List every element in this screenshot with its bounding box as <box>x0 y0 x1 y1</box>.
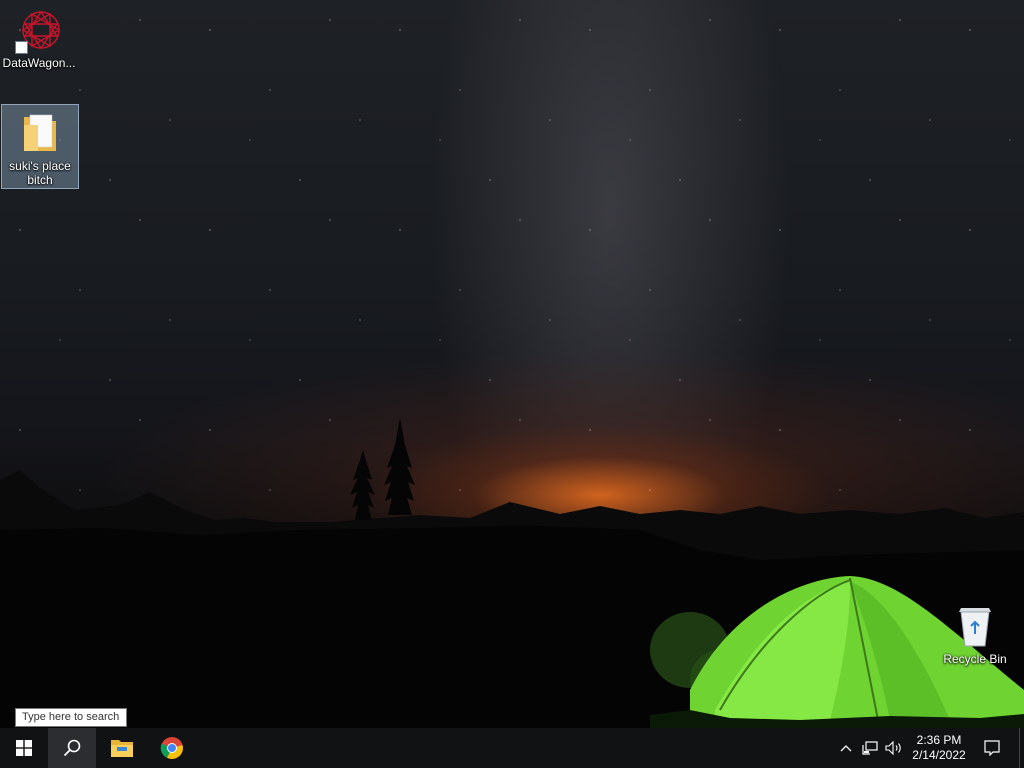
search-button[interactable] <box>48 728 96 768</box>
network-icon <box>862 741 878 755</box>
chrome-button[interactable] <box>148 728 196 768</box>
desktop-icon-folder[interactable]: suki's place bitch <box>1 104 79 189</box>
clock[interactable]: 2:36 PM 2/14/2022 <box>904 728 974 768</box>
file-explorer-icon <box>111 740 133 757</box>
start-icon <box>16 740 32 756</box>
clock-time: 2:36 PM <box>916 733 962 747</box>
desktop-icon-label: Recycle Bin <box>943 652 1007 666</box>
desktop-icon-label: suki's place bitch <box>9 159 71 187</box>
search-tooltip: Type here to search <box>15 708 127 727</box>
recycle-bin-icon <box>951 602 999 650</box>
datawagon-app-icon <box>15 6 63 54</box>
volume-icon <box>885 741 901 755</box>
start-button[interactable] <box>0 728 48 768</box>
show-desktop-button[interactable] <box>1019 728 1024 768</box>
action-center-button[interactable] <box>980 728 1004 768</box>
desktop-icon-recycle-bin[interactable]: Recycle Bin <box>937 602 1013 666</box>
desktop-icon-label: DataWagon... <box>2 56 76 70</box>
notification-icon <box>984 740 1000 756</box>
search-icon <box>63 739 81 757</box>
desktop-wallpaper <box>0 0 1024 728</box>
file-explorer-button[interactable] <box>98 728 146 768</box>
folder-icon <box>16 109 64 157</box>
taskbar: 2:36 PM 2/14/2022 <box>0 728 1024 768</box>
chrome-icon <box>160 737 183 759</box>
show-hidden-icons-button[interactable] <box>834 728 858 768</box>
shortcut-arrow-icon <box>15 41 28 54</box>
chevron-up-icon <box>840 745 852 752</box>
network-button[interactable] <box>858 728 882 768</box>
volume-button[interactable] <box>882 728 906 768</box>
desktop-icon-datawagon[interactable]: DataWagon... <box>1 6 77 70</box>
clock-date: 2/14/2022 <box>912 748 966 762</box>
